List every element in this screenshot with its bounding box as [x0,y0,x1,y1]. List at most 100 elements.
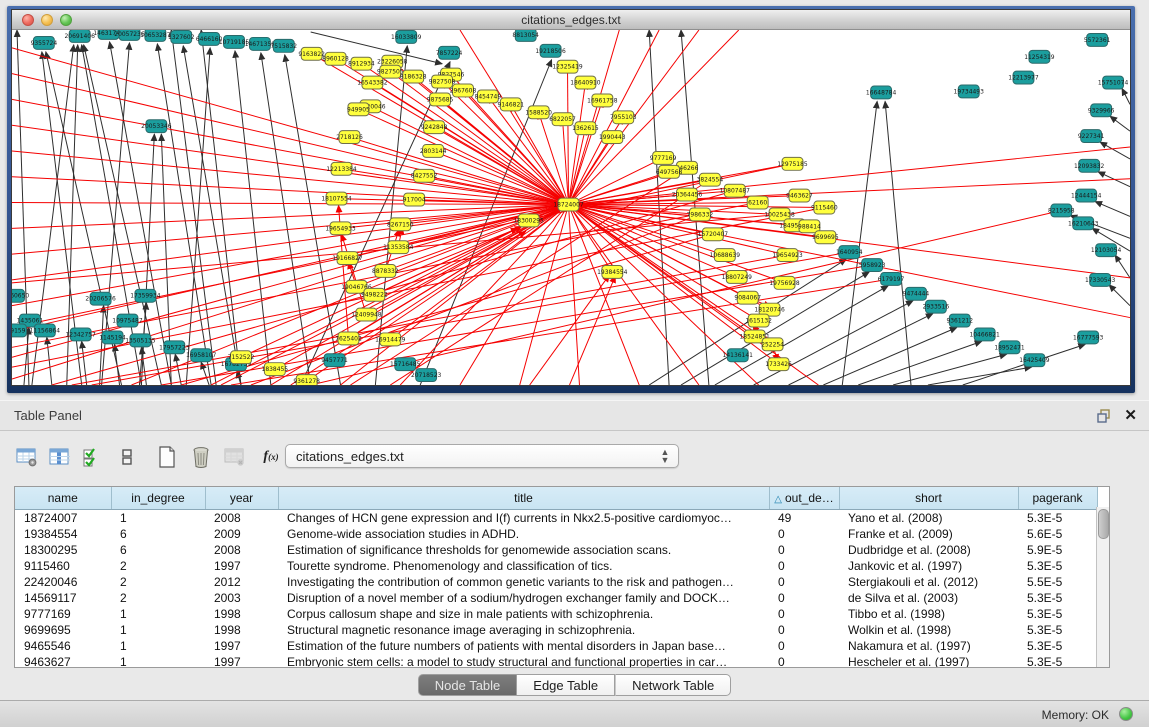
graph-node[interactable]: 62160 [747,196,768,209]
graph-node[interactable]: 10653287 [140,30,171,41]
graph-node[interactable]: 9355724 [31,36,58,49]
graph-node[interactable]: 8427552 [411,169,438,182]
graph-node[interactable]: 5572361 [1084,33,1111,46]
graph-node[interactable]: 9498222 [361,288,388,301]
graph-node[interactable]: 20206576 [85,292,116,305]
graph-node[interactable]: 19384554 [597,266,628,279]
table-scrollbar[interactable] [1096,507,1109,667]
graph-node[interactable]: 7625402 [335,332,362,345]
graph-node[interactable]: 16425409 [1019,354,1050,367]
graph-node[interactable]: 39159 [12,324,26,337]
column-header-year[interactable]: year [205,487,278,510]
graph-node[interactable]: 1733426 [765,358,792,371]
new-table-icon[interactable] [154,444,180,470]
graph-node[interactable]: 7986332 [687,208,714,221]
column-header-name[interactable]: name [15,487,111,510]
graph-node[interactable]: 1990443 [599,131,626,144]
graph-node[interactable]: 9361212 [946,314,973,327]
graph-node[interactable]: 11254319 [1024,50,1055,63]
graph-node[interactable]: 12213977 [1008,71,1039,84]
node-table[interactable]: namein_degreeyeartitle△out_de…shortpager… [15,487,1098,668]
table-row[interactable]: 969969511998Structural magnetic resonanc… [15,622,1097,638]
graph-node[interactable]: 16210643 [1068,217,1099,230]
table-row[interactable]: 911546021997Tourette syndrome. Phenomeno… [15,558,1097,574]
graph-node[interactable]: 12444154 [1071,189,1102,202]
table-row[interactable]: 977716911998Corpus callosum shape and si… [15,606,1097,622]
graph-node[interactable]: 7955103 [610,111,637,124]
graph-node[interactable]: 12409948 [351,308,382,321]
select-all-icon[interactable] [78,444,104,470]
graph-node[interactable]: 6179197 [878,272,905,285]
graph-node[interactable]: 1327602 [168,30,195,43]
graph-node[interactable]: 11156864 [30,324,61,337]
graph-node[interactable]: 16777593 [1073,331,1104,344]
column-header-short[interactable]: short [839,487,1018,510]
graph-node[interactable]: 10688639 [710,249,741,262]
graph-node[interactable]: 3824554 [697,173,724,186]
graph-node[interactable]: 1588520 [525,106,552,119]
split-rows-icon[interactable] [114,444,140,470]
table-row[interactable]: 1830029562008Estimation of significance … [15,542,1097,558]
graph-node[interactable]: 7515832 [271,39,298,52]
graph-node[interactable]: 9699695 [812,231,839,244]
graph-node[interactable]: 252254 [761,338,784,351]
show-columns-icon[interactable] [46,444,72,470]
graph-node[interactable]: 20718523 [411,369,442,382]
graph-node[interactable]: 9163822 [298,47,325,60]
graph-node[interactable]: 9242848 [421,121,448,134]
graph-node[interactable]: 9084067 [734,291,761,304]
graph-node[interactable]: 6822057 [549,113,576,126]
table-row[interactable]: 1938455462009Genome-wide association stu… [15,526,1097,542]
column-header-title[interactable]: title [278,487,769,510]
graph-node[interactable]: 7152522 [228,351,255,364]
graph-node[interactable]: 8267150 [387,218,414,231]
graph-node[interactable]: 949905 [347,103,370,116]
graph-node[interactable]: 18640910 [570,76,601,89]
table-settings-icon[interactable] [14,444,40,470]
graph-node[interactable]: 9463627 [786,189,813,202]
graph-node[interactable]: 9827508 [429,75,456,88]
function-builder-icon[interactable]: f(x) [258,444,284,470]
table-selector-dropdown[interactable]: citations_edges.txt ▲▼ [285,444,679,468]
delete-table-icon[interactable] [188,444,214,470]
graph-node[interactable]: 19734493 [954,85,985,98]
tab-node-table[interactable]: Node Table [418,674,518,696]
graph-node[interactable]: 5958923 [859,259,886,272]
table-row[interactable]: 1872400712008Changes of HCN gene express… [15,510,1097,527]
float-panel-icon[interactable] [1097,408,1113,424]
graph-node[interactable]: 2967608 [450,84,477,97]
graph-node[interactable]: 8960128 [322,52,349,65]
graph-node[interactable]: 9457771 [321,354,348,367]
table-row[interactable]: 946554611997Estimation of the future num… [15,638,1097,654]
graph-node[interactable]: 9875685 [427,93,454,106]
graph-node[interactable]: 25160650 [12,289,29,302]
graph-node[interactable]: 20691406 [65,30,96,42]
graph-node[interactable]: 1640954 [836,246,863,259]
column-header-pagerank[interactable]: pagerank [1018,487,1097,510]
graph-node[interactable]: 1838455 [262,363,289,376]
graph-node[interactable]: 10975487 [112,314,143,327]
graph-node[interactable]: 15751074 [1098,76,1129,89]
graph-node[interactable]: 18952471 [994,341,1025,354]
graph-node[interactable]: 8878332 [372,265,399,278]
graph-node[interactable]: 16648784 [866,86,897,99]
graph-node[interactable]: 9777169 [650,151,677,164]
graph-node[interactable]: 16961758 [587,94,618,107]
graph-node[interactable]: 8912934 [348,57,375,70]
graph-node[interactable]: 20053346 [141,120,172,133]
graph-node[interactable]: 8186328 [400,70,427,83]
graph-node[interactable]: 9115460 [811,201,838,214]
graph-node[interactable]: 12975185 [777,157,808,170]
graph-node[interactable]: 18107554 [321,192,352,205]
network-canvas[interactable]: 9355724206914061463174020057236106532871… [12,30,1130,385]
graph-node[interactable]: 8813054 [512,30,539,41]
graph-node[interactable]: 16033809 [391,30,422,43]
graph-node[interactable]: 917004 [403,193,426,206]
graph-node[interactable]: 12342757 [66,328,97,341]
column-header-out_de[interactable]: △out_de… [769,487,839,510]
graph-node[interactable]: 12093832 [1074,159,1105,172]
graph-node[interactable]: 9329966 [1088,104,1115,117]
graph-node[interactable]: 2803144 [420,145,447,158]
graph-node[interactable]: 9227341 [1078,130,1105,143]
graph-node[interactable]: 1362615 [572,122,599,135]
